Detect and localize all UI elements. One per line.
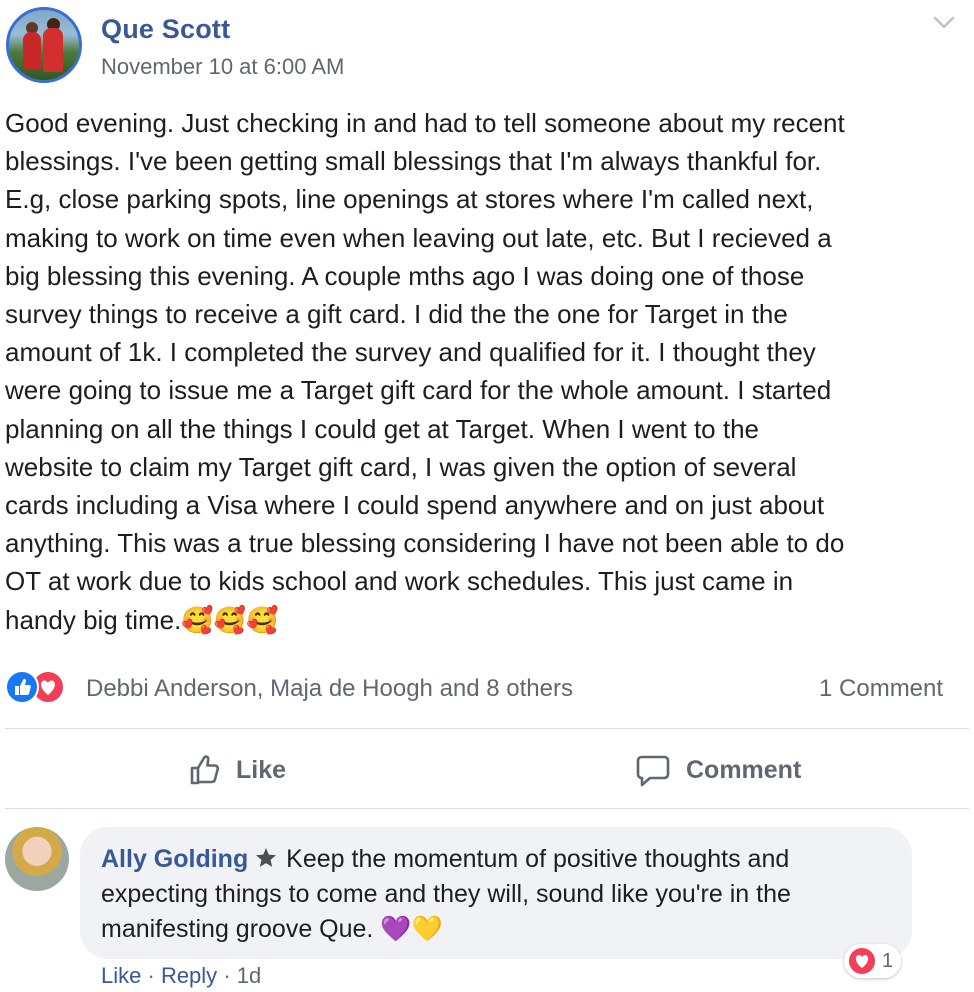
thumbs-up-icon: [190, 755, 220, 785]
like-button[interactable]: Like: [186, 746, 286, 794]
separator: ·: [223, 963, 231, 988]
speech-bubble-icon: [636, 755, 670, 787]
divider: [5, 728, 969, 729]
top-fan-star-icon: [256, 848, 277, 867]
reactors-summary[interactable]: Debbi Anderson, Maja de Hoogh and 8 othe…: [86, 675, 573, 703]
comment-button-label: Comment: [686, 755, 802, 784]
chevron-down-icon[interactable]: [932, 14, 956, 32]
comment-timestamp[interactable]: 1d: [237, 963, 261, 988]
comment-reaction[interactable]: 1: [844, 944, 902, 978]
love-icon: [849, 948, 875, 974]
post-text: Good evening. Just checking in and had t…: [5, 108, 845, 635]
comment-button[interactable]: Comment: [634, 746, 801, 794]
like-button-label: Like: [236, 755, 287, 784]
author-name[interactable]: Que Scott: [101, 14, 230, 45]
commenter-name[interactable]: Ally Golding: [101, 845, 248, 873]
commenter-avatar[interactable]: [5, 827, 69, 891]
comment-body: Ally Golding Keep the momentum of positi…: [101, 842, 891, 947]
comment-reply-link[interactable]: Reply: [161, 963, 217, 988]
post-timestamp[interactable]: November 10 at 6:00 AM: [101, 54, 344, 80]
like-icon: [5, 670, 39, 704]
comment-reaction-count: 1: [882, 949, 894, 972]
comment-count[interactable]: 1 Comment: [819, 675, 943, 703]
comment-like-link[interactable]: Like: [101, 963, 141, 988]
author-avatar[interactable]: [6, 7, 82, 83]
comment-actions: Like · Reply · 1d: [101, 963, 261, 989]
separator: ·: [147, 963, 155, 988]
divider: [5, 808, 969, 809]
